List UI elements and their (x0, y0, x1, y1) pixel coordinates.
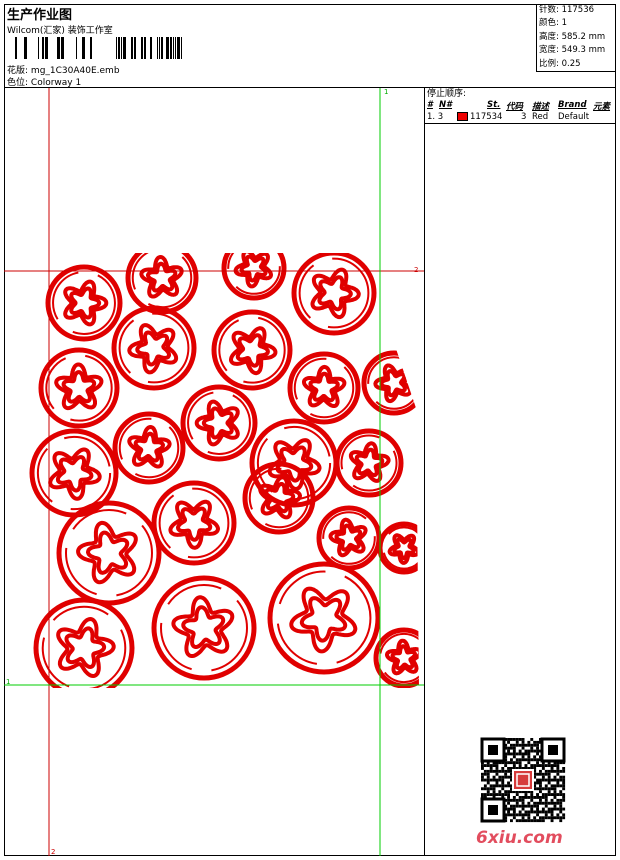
guide-label-2: 2 (414, 266, 419, 274)
color-swatch (457, 112, 468, 121)
stat-scale: 比例: 0.25 (539, 58, 581, 69)
motif-ring (211, 309, 293, 391)
sequence-row: 1. 3 117534 3 Red Default (425, 111, 616, 124)
design-preview: 1 2 1 2 (4, 88, 424, 856)
motif-ring (111, 305, 197, 391)
header: 生产作业图 Wilcom(汇家) 装饰工作室 花版: mg_1C30A40E.e… (4, 4, 616, 88)
motif-ring (4, 692, 70, 764)
guide-label-1-bottom: 1 (6, 678, 11, 686)
motif-flower-outer (15, 707, 56, 750)
motif-ring (38, 347, 120, 429)
motif-arc (4, 697, 65, 759)
motif-ring (180, 384, 258, 462)
sequence-title: 停止顺序: (427, 89, 467, 99)
motif-ring (316, 505, 382, 571)
motif-ring (45, 264, 123, 342)
motif-ring (361, 350, 419, 416)
stat-height: 高度: 585.2 mm (539, 31, 606, 42)
barcode-image (15, 37, 182, 59)
colorway-label: 色位: (7, 78, 29, 88)
stats-panel: 针数: 117536 颜色: 1 高度: 585.2 mm 宽度: 549.3 … (536, 4, 616, 72)
motif-ring (151, 575, 257, 681)
motif-ring (291, 253, 377, 336)
embroidery-pattern (4, 88, 424, 856)
guide-label-2-bottom: 2 (51, 848, 56, 856)
motif-ring (33, 597, 135, 688)
guide-label-1: 1 (384, 88, 389, 96)
motif-ring (56, 500, 162, 606)
sequence-header: # N# St. 代码 描述 Brand 元素 (427, 100, 611, 112)
motif-ring (287, 351, 361, 425)
qr-code (480, 737, 566, 823)
page-title: 生产作业图 (7, 8, 73, 23)
motif-ring (151, 480, 237, 566)
company-name: Wilcom(汇家) 装饰工作室 (7, 26, 113, 36)
motif-ring (221, 253, 287, 301)
watermark: 6xiu.com (476, 828, 563, 848)
colorway-line: 色位: Colorway 1 (7, 75, 81, 88)
motif-flower-inner (21, 714, 49, 743)
motif-ring (267, 561, 381, 675)
motif-ring (112, 411, 186, 485)
colorway-value: Colorway 1 (30, 78, 82, 88)
motif-ring (334, 428, 404, 498)
stat-width: 宽度: 549.3 mm (539, 45, 606, 56)
stat-stitches: 针数: 117536 (539, 5, 595, 15)
stat-colors: 颜色: 1 (539, 18, 567, 29)
motif-ring (125, 253, 199, 315)
